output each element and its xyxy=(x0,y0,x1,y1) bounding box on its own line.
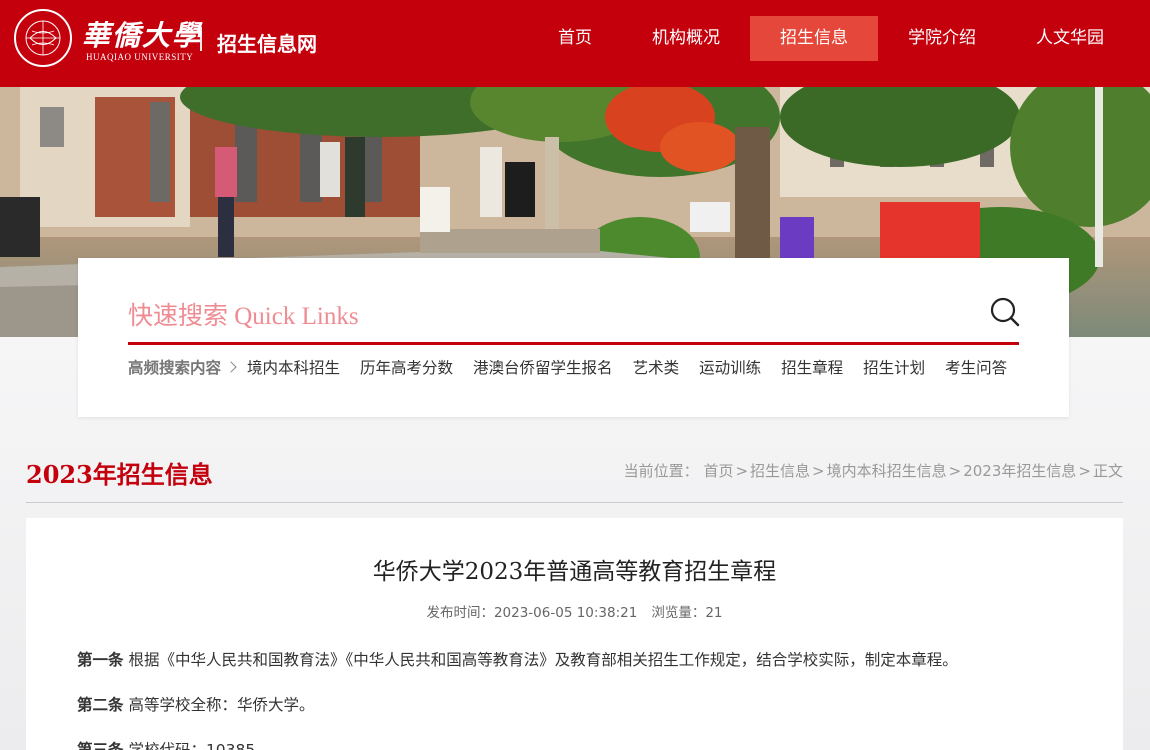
clause-text: 高等学校全称：华侨大学。 xyxy=(123,696,315,714)
publish-time-label: 发布时间： xyxy=(426,605,494,621)
hot-link-admission-charter[interactable]: 招生章程 xyxy=(781,359,843,377)
article-paragraph: 第三条 学校代码：10385 xyxy=(77,738,255,750)
clause-text: 根据《中华人民共和国教育法》《中华人民共和国高等教育法》及教育部相关招生工作规定… xyxy=(123,651,958,669)
search-icon[interactable] xyxy=(989,296,1021,328)
article-meta: 发布时间：2023-06-05 10:38:21 浏览量：21 xyxy=(26,601,1123,621)
breadcrumb: 当前位置： 首页 > 招生信息 > 境内本科招生信息 >2023年招生信息 > 正文 xyxy=(624,460,1123,481)
breadcrumb-separator: > xyxy=(735,462,749,480)
breadcrumb-separator: > xyxy=(1078,462,1091,480)
breadcrumb-prefix: 当前位置： xyxy=(623,462,699,480)
article-paragraph: 第一条 根据《中华人民共和国教育法》《中华人民共和国高等教育法》及教育部相关招生… xyxy=(77,648,958,670)
nav-item-about[interactable]: 机构概况 xyxy=(622,16,750,61)
clause-label: 第一条 xyxy=(77,651,124,669)
chevron-right-icon xyxy=(225,361,237,373)
breadcrumb-2023-info[interactable]: 2023年招生信息 xyxy=(963,462,1076,480)
hot-link-faq[interactable]: 考生问答 xyxy=(945,359,1007,377)
clause-text: 学校代码：10385 xyxy=(123,741,256,750)
page-title: 2023年招生信息 xyxy=(26,460,213,489)
clause-label: 第三条 xyxy=(77,741,124,750)
clause-label: 第二条 xyxy=(77,696,124,714)
main-nav: 首页 机构概况 招生信息 学院介绍 人文华园 xyxy=(528,16,1134,61)
nav-item-campus-culture[interactable]: 人文华园 xyxy=(1006,16,1134,61)
breadcrumb-separator: > xyxy=(948,462,962,480)
view-count: 21 xyxy=(705,605,723,621)
article-panel: 华侨大学2023年普通高等教育招生章程 发布时间：2023-06-05 10:3… xyxy=(26,518,1123,750)
logo-divider xyxy=(200,27,202,51)
breadcrumb-domestic-undergrad[interactable]: 境内本科招生信息 xyxy=(827,462,947,480)
title-divider xyxy=(26,502,1123,503)
hot-link-past-scores[interactable]: 历年高考分数 xyxy=(360,359,453,377)
quick-search-title[interactable]: 快速搜索 Quick Links xyxy=(128,296,359,332)
breadcrumb-home[interactable]: 首页 xyxy=(703,462,733,480)
site-header: 華僑大學 HUAQIAO UNIVERSITY 招生信息网 首页 机构概况 招生… xyxy=(0,0,1150,87)
nav-item-home[interactable]: 首页 xyxy=(528,16,622,61)
publish-time: 2023-06-05 10:38:21 xyxy=(493,605,638,621)
hot-link-hk-macao-taiwan[interactable]: 港澳台侨留学生报名 xyxy=(473,359,613,377)
hot-link-arts[interactable]: 艺术类 xyxy=(633,359,680,377)
university-seal-logo[interactable] xyxy=(14,9,72,67)
nav-item-colleges[interactable]: 学院介绍 xyxy=(878,16,1006,61)
logo-english-name: HUAQIAO UNIVERSITY xyxy=(86,52,194,62)
breadcrumb-admissions[interactable]: 招生信息 xyxy=(750,462,810,480)
breadcrumb-separator: > xyxy=(812,462,825,480)
article-title: 华侨大学2023年普通高等教育招生章程 xyxy=(372,559,777,585)
nav-item-admissions[interactable]: 招生信息 xyxy=(750,16,878,61)
breadcrumb-current: 正文 xyxy=(1092,462,1123,480)
hot-link-admission-plan[interactable]: 招生计划 xyxy=(863,359,925,377)
hot-link-domestic-undergrad[interactable]: 境内本科招生 xyxy=(247,359,340,377)
view-count-label: 浏览量： xyxy=(651,605,706,621)
logo-chinese-name[interactable]: 華僑大學 xyxy=(82,14,202,54)
hot-search-links: 高频搜索内容 境内本科招生 历年高考分数 港澳台侨留学生报名 艺术类 运动训练 招生章程 招生… xyxy=(128,356,1018,381)
search-underline xyxy=(128,342,1019,345)
quick-search-panel: 快速搜索 Quick Links 高频搜索内容 境内本科招生 历年高考分数 港澳台侨留… xyxy=(78,258,1069,417)
hot-search-label: 高频搜索内容 xyxy=(128,359,222,377)
article-paragraph: 第二条 高等学校全称：华侨大学。 xyxy=(77,693,314,715)
hot-link-sports-training[interactable]: 运动训练 xyxy=(699,359,761,377)
site-name[interactable]: 招生信息网 xyxy=(217,28,317,57)
